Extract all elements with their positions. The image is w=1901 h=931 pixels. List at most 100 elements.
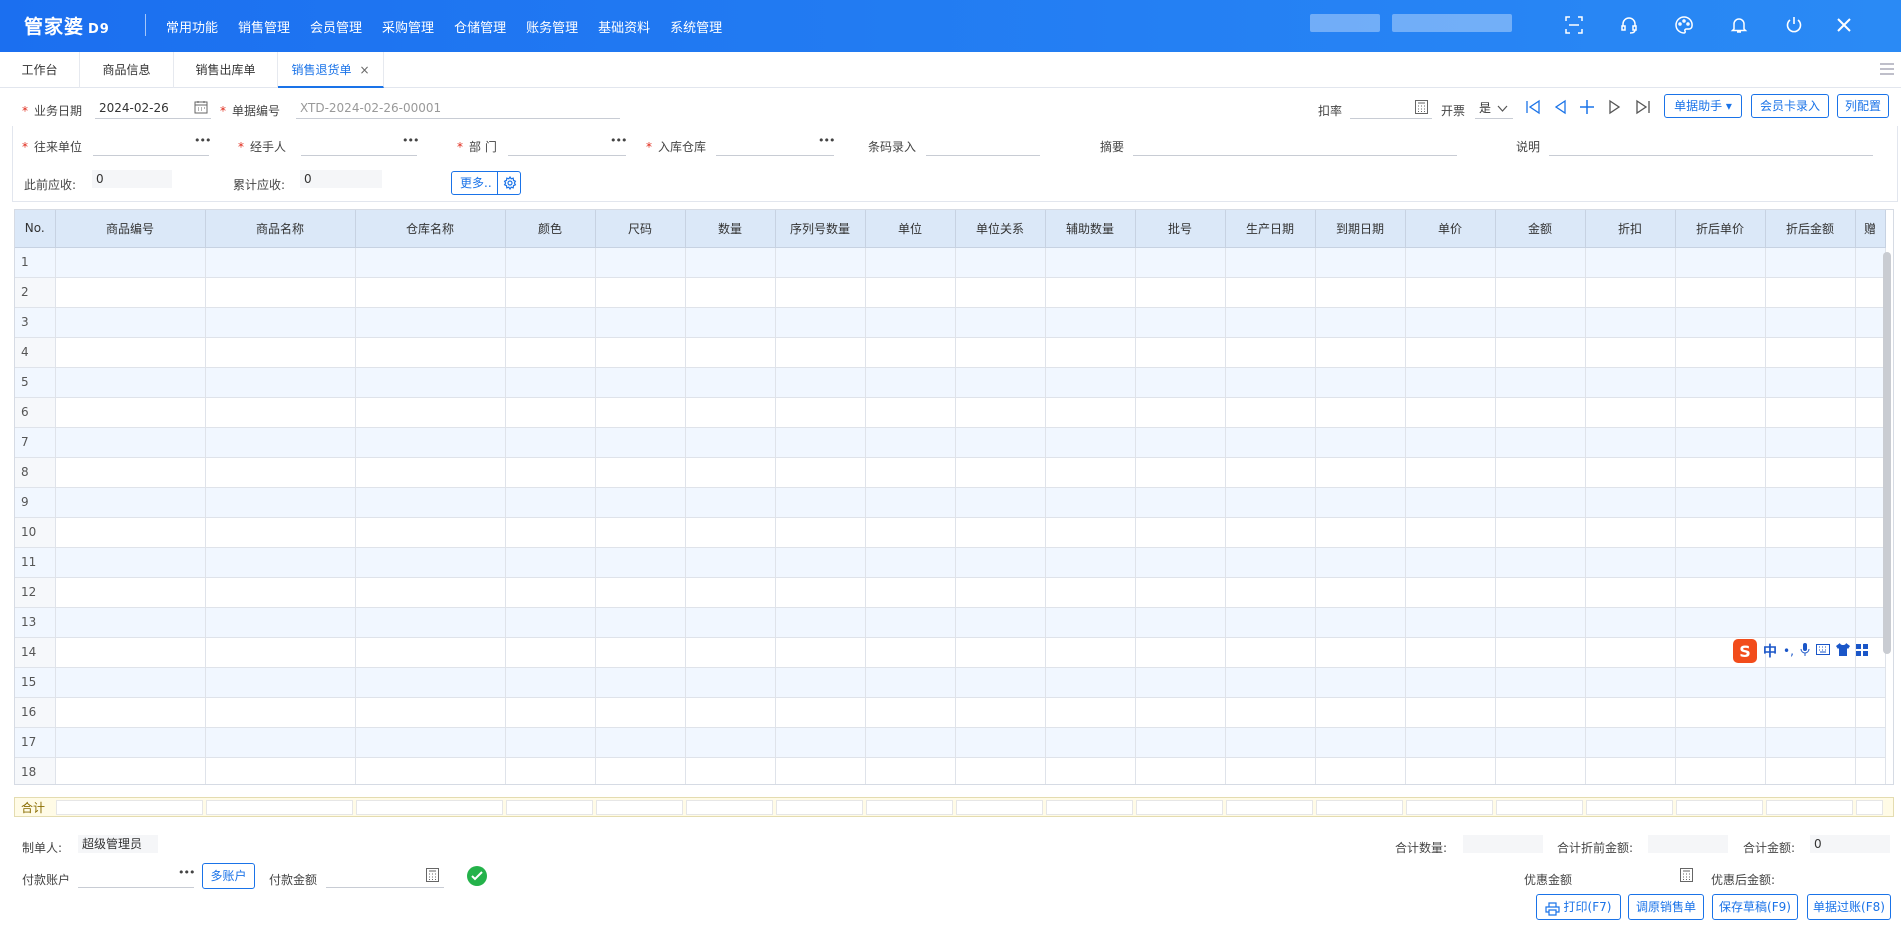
grid-cell[interactable] xyxy=(595,517,686,548)
grid-cell[interactable] xyxy=(865,637,956,668)
grid-cell[interactable] xyxy=(1225,727,1316,758)
grid-cell[interactable] xyxy=(55,547,206,578)
grid-header-cell[interactable]: 尺码 xyxy=(595,210,686,248)
grid-cell[interactable] xyxy=(1765,727,1856,758)
grid-cell[interactable] xyxy=(775,637,866,668)
skin-icon[interactable] xyxy=(1835,643,1850,659)
grid-cell[interactable] xyxy=(1855,367,1886,398)
grid-cell[interactable] xyxy=(1045,517,1136,548)
grid-cell[interactable] xyxy=(1405,367,1496,398)
grid-cell[interactable] xyxy=(1495,667,1586,698)
grid-cell[interactable] xyxy=(1585,547,1676,578)
grid-cell[interactable] xyxy=(505,487,596,518)
add-record-icon[interactable] xyxy=(1578,98,1596,116)
grid-cell[interactable] xyxy=(595,637,686,668)
grid-cell[interactable] xyxy=(1135,757,1226,784)
recall-sales-button[interactable]: 调原销售单 xyxy=(1628,894,1704,920)
scan-icon[interactable] xyxy=(1563,14,1585,36)
grid-cell[interactable] xyxy=(955,547,1046,578)
grid-header-cell[interactable]: 单价 xyxy=(1405,210,1496,248)
grid-cell[interactable] xyxy=(1225,247,1316,278)
grid-cell[interactable] xyxy=(205,427,356,458)
grid-cell[interactable] xyxy=(355,337,506,368)
grid-cell[interactable] xyxy=(865,667,956,698)
grid-cell[interactable] xyxy=(1585,427,1676,458)
grid-cell[interactable] xyxy=(1585,307,1676,338)
grid-cell[interactable] xyxy=(505,247,596,278)
grid-cell[interactable] xyxy=(1405,457,1496,488)
grid-cell[interactable] xyxy=(955,367,1046,398)
grid-cell[interactable] xyxy=(1315,577,1406,608)
grid-cell[interactable] xyxy=(1675,397,1766,428)
dept-more-icon[interactable]: ••• xyxy=(610,134,627,147)
grid-cell[interactable] xyxy=(1855,517,1886,548)
grid-cell[interactable] xyxy=(205,457,356,488)
grid-cell[interactable] xyxy=(685,307,776,338)
grid-cell[interactable] xyxy=(505,517,596,548)
grid-cell[interactable] xyxy=(1405,667,1496,698)
grid-cell[interactable] xyxy=(505,607,596,638)
grid-cell[interactable] xyxy=(1675,547,1766,578)
grid-cell[interactable] xyxy=(685,367,776,398)
grid-cell[interactable] xyxy=(205,487,356,518)
grid-cell[interactable] xyxy=(1765,547,1856,578)
grid-cell[interactable] xyxy=(1315,757,1406,784)
grid-cell[interactable] xyxy=(1045,547,1136,578)
grid-cell[interactable] xyxy=(685,247,776,278)
grid-cell[interactable] xyxy=(1315,487,1406,518)
grid-cell[interactable] xyxy=(205,247,356,278)
grid-cell[interactable] xyxy=(1045,667,1136,698)
grid-cell[interactable] xyxy=(1315,547,1406,578)
table-row[interactable]: 11 xyxy=(15,547,1886,578)
grid-cell[interactable] xyxy=(1495,697,1586,728)
grid-cell[interactable] xyxy=(1045,367,1136,398)
handler-field[interactable] xyxy=(301,134,417,156)
grid-cell[interactable] xyxy=(1045,307,1136,338)
grid-cell[interactable] xyxy=(775,277,866,308)
grid-cell[interactable] xyxy=(775,337,866,368)
grid-header-cell[interactable]: 商品编号 xyxy=(55,210,206,248)
grid-cell[interactable] xyxy=(865,277,956,308)
tab-product-info[interactable]: 商品信息 xyxy=(80,52,174,88)
grid-cell[interactable] xyxy=(595,487,686,518)
grid-cell[interactable] xyxy=(1765,757,1856,784)
grid-cell[interactable] xyxy=(1135,667,1226,698)
grid-cell[interactable] xyxy=(355,547,506,578)
grid-header-cell[interactable]: 生产日期 xyxy=(1225,210,1316,248)
grid-cell[interactable] xyxy=(355,457,506,488)
table-row[interactable]: 17 xyxy=(15,727,1886,758)
grid-cell[interactable] xyxy=(1675,757,1766,784)
grid-cell[interactable] xyxy=(685,757,776,784)
grid-cell[interactable] xyxy=(355,517,506,548)
grid-header-cell[interactable]: 赠 xyxy=(1855,210,1886,248)
grid-cell[interactable] xyxy=(685,547,776,578)
grid-cell[interactable] xyxy=(1315,397,1406,428)
grid-cell[interactable] xyxy=(1135,397,1226,428)
grid-cell[interactable] xyxy=(1855,277,1886,308)
column-config-button[interactable]: 列配置 xyxy=(1837,94,1889,118)
menu-item-common[interactable]: 常用功能 xyxy=(166,17,218,36)
grid-cell[interactable] xyxy=(1585,757,1676,784)
grid-cell[interactable] xyxy=(1855,607,1886,638)
grid-cell[interactable] xyxy=(1225,307,1316,338)
grid-cell[interactable] xyxy=(1675,727,1766,758)
multi-account-button[interactable]: 多账户 xyxy=(202,863,255,889)
grid-cell[interactable] xyxy=(865,457,956,488)
grid-cell[interactable] xyxy=(1585,247,1676,278)
grid-cell[interactable] xyxy=(1135,577,1226,608)
calculator-icon[interactable] xyxy=(1415,100,1428,117)
sogou-logo-icon[interactable]: S xyxy=(1733,639,1757,663)
grid-cell[interactable] xyxy=(55,607,206,638)
partner-field[interactable] xyxy=(93,134,209,156)
grid-cell[interactable] xyxy=(1585,277,1676,308)
palette-icon[interactable] xyxy=(1673,14,1695,36)
grid-cell[interactable] xyxy=(1315,667,1406,698)
grid-cell[interactable] xyxy=(1765,607,1856,638)
grid-cell[interactable] xyxy=(1045,487,1136,518)
grid-cell[interactable] xyxy=(1315,637,1406,668)
grid-cell[interactable] xyxy=(685,517,776,548)
grid-cell[interactable] xyxy=(1135,697,1226,728)
grid-cell[interactable] xyxy=(205,757,356,784)
grid-cell[interactable] xyxy=(865,607,956,638)
grid-cell[interactable] xyxy=(1135,487,1226,518)
